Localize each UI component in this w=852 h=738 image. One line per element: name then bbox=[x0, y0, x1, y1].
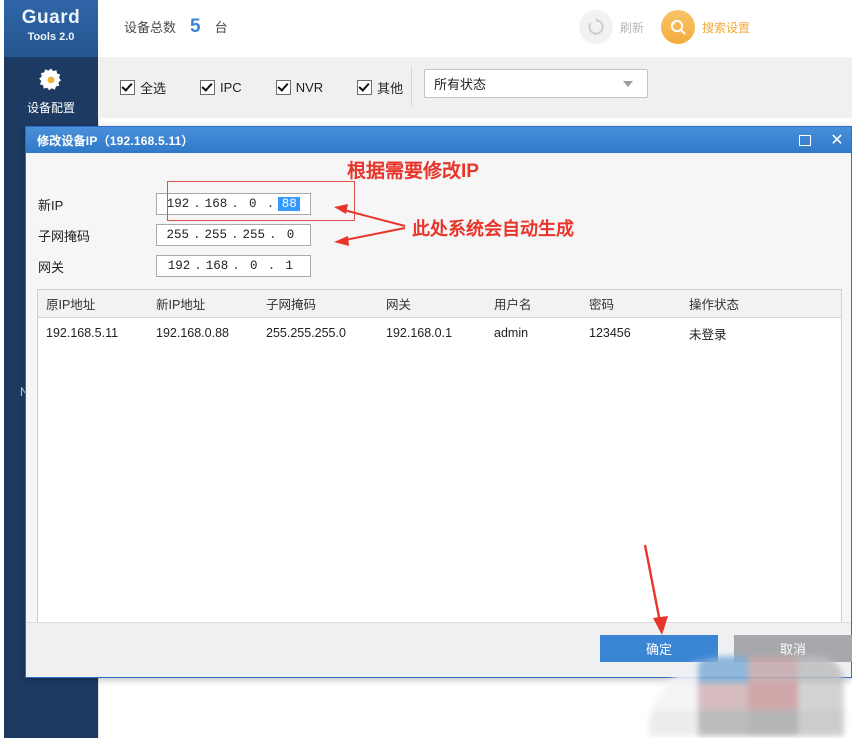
cell-new-ip: 192.168.0.88 bbox=[156, 326, 229, 340]
sidebar-item-device-config[interactable]: 设备配置 bbox=[4, 57, 98, 137]
app-logo-title: Guard bbox=[21, 7, 81, 28]
checkbox-other[interactable]: 其他 bbox=[357, 78, 403, 97]
ip-separator: . bbox=[266, 197, 275, 211]
checkbox-label: NVR bbox=[295, 80, 324, 95]
table-header-row: 原IP地址 新IP地址 子网掩码 网关 用户名 密码 操作状态 bbox=[38, 290, 841, 318]
new-ip-octet-3[interactable]: 0 bbox=[243, 197, 263, 211]
app-logo-subtitle: Tools 2.0 bbox=[27, 31, 75, 43]
status-filter-value: 所有状态 bbox=[434, 77, 487, 92]
device-count-group: 设备总数 5 台 bbox=[124, 16, 228, 38]
app-logo: Guard Tools 2.0 bbox=[4, 0, 98, 57]
ip-separator: . bbox=[267, 259, 276, 273]
checkbox-ipc[interactable]: IPC bbox=[200, 80, 242, 95]
subnet-mask-input[interactable]: 255 . 255 . 255 . 0 bbox=[156, 224, 311, 246]
dialog-body: 新IP 192 . 168 . 0 . 88 子网掩码 255 . 255 . … bbox=[26, 153, 852, 677]
cell-operation-status: 未登录 bbox=[689, 327, 727, 342]
column-header-subnet-mask: 子网掩码 bbox=[266, 298, 317, 312]
maximize-icon[interactable] bbox=[797, 132, 813, 148]
device-type-checkbox-group: 全选 IPC NVR 其他 bbox=[120, 78, 403, 97]
column-header-new-ip: 新IP地址 bbox=[156, 298, 206, 312]
ip-separator: . bbox=[269, 228, 277, 242]
form-row-new-ip: 新IP 192 . 168 . 0 . 88 bbox=[26, 193, 311, 215]
gateway-octet-4[interactable]: 1 bbox=[279, 259, 299, 273]
chevron-down-icon[interactable] bbox=[623, 80, 633, 87]
sidebar-item-label: 设备配置 bbox=[26, 101, 75, 115]
ip-change-result-table: 原IP地址 新IP地址 子网掩码 网关 用户名 密码 操作状态 192.168.… bbox=[37, 289, 842, 633]
subnet-mask-octet-2[interactable]: 255 bbox=[204, 228, 227, 242]
checkbox-label: 全选 bbox=[140, 81, 167, 96]
refresh-label: 刷新 bbox=[620, 20, 645, 35]
checkbox-box[interactable] bbox=[200, 80, 216, 95]
checkbox-label: IPC bbox=[220, 80, 242, 95]
subnet-mask-octet-4[interactable]: 0 bbox=[281, 228, 301, 242]
dialog-window-controls: ✕ bbox=[797, 127, 845, 153]
checkbox-nvr[interactable]: NVR bbox=[275, 80, 324, 95]
toolbar-divider bbox=[411, 67, 412, 107]
gateway-octet-1[interactable]: 192 bbox=[168, 259, 191, 273]
checkbox-box[interactable] bbox=[357, 80, 373, 95]
subnet-mask-octet-3[interactable]: 255 bbox=[243, 228, 266, 242]
close-icon[interactable]: ✕ bbox=[829, 132, 845, 148]
ip-separator: . bbox=[193, 197, 201, 211]
form-row-gateway: 网关 192 . 168 . 0 . 1 bbox=[26, 255, 311, 277]
gateway-octet-3[interactable]: 0 bbox=[244, 259, 264, 273]
cell-gateway: 192.168.0.1 bbox=[386, 326, 453, 340]
close-glyph: ✕ bbox=[830, 130, 844, 149]
column-header-username: 用户名 bbox=[494, 298, 532, 312]
gear-icon bbox=[4, 65, 98, 95]
form-row-subnet-mask: 子网掩码 255 . 255 . 255 . 0 bbox=[26, 224, 311, 246]
ip-separator: . bbox=[194, 259, 202, 273]
new-ip-octet-1[interactable]: 192 bbox=[167, 197, 190, 211]
search-settings-icon bbox=[661, 10, 695, 44]
device-count-unit: 台 bbox=[214, 20, 228, 35]
blurred-watermark bbox=[648, 656, 844, 736]
column-header-gateway: 网关 bbox=[386, 298, 412, 312]
search-settings-label: 搜索设置 bbox=[702, 20, 751, 35]
column-header-original-ip: 原IP地址 bbox=[46, 298, 96, 312]
ip-separator: . bbox=[232, 259, 240, 273]
checkbox-box[interactable] bbox=[120, 80, 135, 95]
column-header-password: 密码 bbox=[589, 298, 615, 312]
table-row[interactable]: 192.168.5.11 192.168.0.88 255.255.255.0 … bbox=[38, 318, 841, 348]
gateway-octet-2[interactable]: 168 bbox=[206, 259, 229, 273]
cell-subnet-mask: 255.255.255.0 bbox=[266, 326, 346, 340]
dialog-title: 修改设备IP（192.168.5.11） bbox=[37, 133, 194, 148]
modify-device-ip-dialog: 修改设备IP（192.168.5.11） ✕ 新IP 192 . 168 . 0… bbox=[25, 126, 852, 678]
device-count-label: 设备总数 bbox=[124, 20, 177, 35]
refresh-button[interactable]: 刷新 bbox=[579, 10, 644, 44]
new-ip-octet-2[interactable]: 168 bbox=[205, 197, 228, 211]
new-ip-octet-4[interactable]: 88 bbox=[278, 197, 301, 211]
dialog-titlebar: 修改设备IP（192.168.5.11） ✕ bbox=[26, 127, 851, 153]
ip-separator: . bbox=[231, 197, 239, 211]
column-header-operation-status: 操作状态 bbox=[689, 298, 740, 312]
refresh-icon bbox=[579, 10, 613, 44]
maximize-glyph bbox=[799, 134, 811, 146]
cell-password: 123456 bbox=[589, 326, 631, 340]
gateway-input[interactable]: 192 . 168 . 0 . 1 bbox=[156, 255, 311, 277]
subnet-mask-label: 子网掩码 bbox=[38, 228, 91, 244]
subnet-mask-octet-1[interactable]: 255 bbox=[166, 228, 189, 242]
new-ip-input[interactable]: 192 . 168 . 0 . 88 bbox=[156, 193, 311, 215]
cell-username: admin bbox=[494, 326, 529, 340]
gateway-label: 网关 bbox=[38, 259, 65, 275]
filter-toolbar: 全选 IPC NVR 其他 所有状态 bbox=[98, 57, 852, 119]
checkbox-box[interactable] bbox=[275, 80, 291, 95]
ip-separator: . bbox=[231, 228, 239, 242]
cell-original-ip: 192.168.5.11 bbox=[46, 326, 119, 340]
status-filter-select[interactable]: 所有状态 bbox=[424, 69, 648, 98]
checkbox-label: 其他 bbox=[377, 81, 404, 96]
top-header-bar: 设备总数 5 台 刷新 搜索设置 bbox=[98, 0, 852, 58]
search-settings-button[interactable]: 搜索设置 bbox=[661, 10, 750, 44]
device-count-value: 5 bbox=[190, 16, 201, 37]
ip-separator: . bbox=[192, 228, 201, 242]
new-ip-label: 新IP bbox=[38, 197, 64, 213]
checkbox-select-all[interactable]: 全选 bbox=[120, 78, 166, 97]
